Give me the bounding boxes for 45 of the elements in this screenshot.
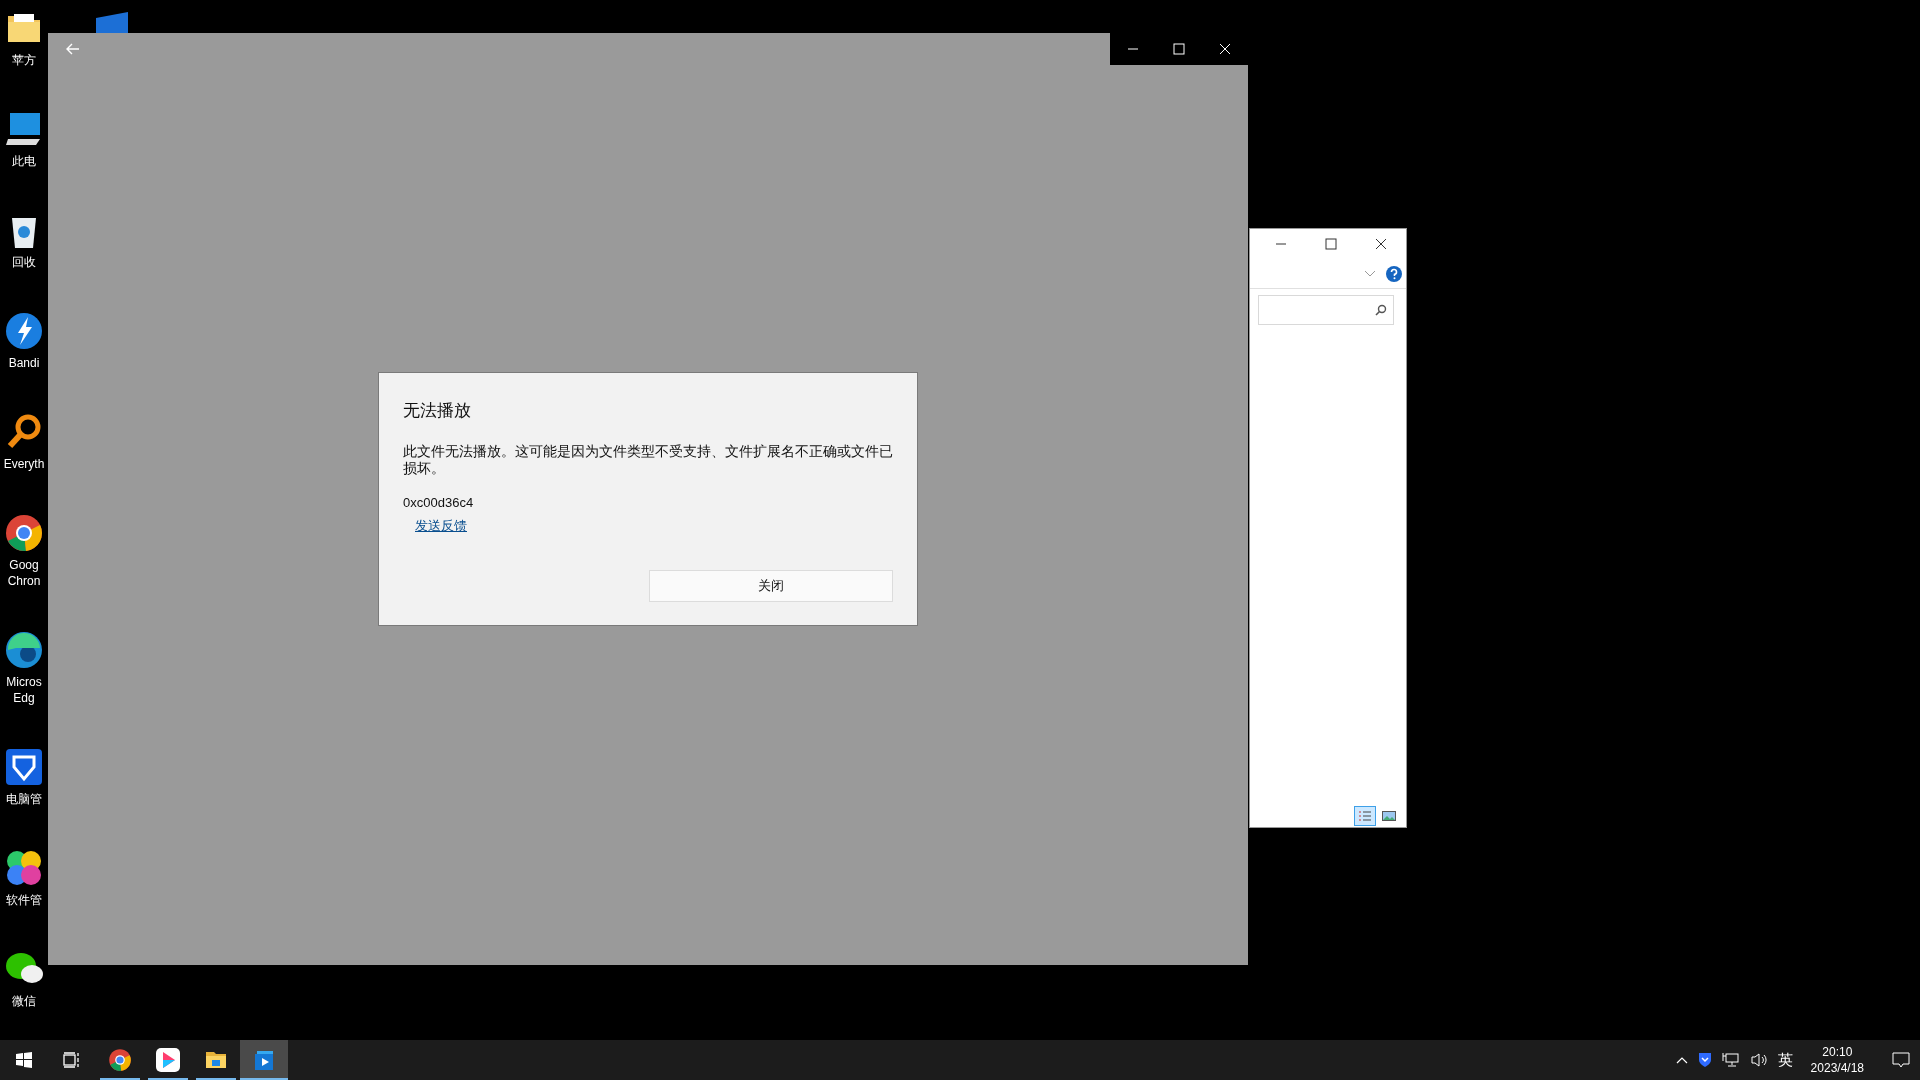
dialog-title: 无法播放 (403, 400, 472, 422)
desktop-icon-label[interactable]: 苹方 (0, 52, 48, 68)
media-player-icon (252, 1048, 276, 1072)
running-indicator (240, 1078, 288, 1080)
network-icon[interactable] (1721, 1052, 1740, 1068)
clock-date: 2023/4/18 (1810, 1060, 1864, 1076)
search-field[interactable] (1258, 295, 1394, 325)
windows-icon (16, 1052, 32, 1068)
clock[interactable]: 20:10 2023/4/18 (1802, 1044, 1872, 1076)
speaker-icon[interactable] (1749, 1052, 1768, 1068)
maximize-icon[interactable] (1325, 238, 1337, 250)
desktop-icon-label[interactable]: Bandi (0, 355, 48, 371)
shield-icon[interactable] (1697, 1052, 1712, 1068)
search-icon (1375, 304, 1387, 316)
chevron-down-icon[interactable] (1364, 269, 1376, 278)
desktop-icon-label[interactable]: 电脑管 (0, 791, 48, 807)
input-language-indicator[interactable]: 英 (1777, 1048, 1793, 1072)
desktop-icon-label[interactable]: 微信 (0, 993, 48, 1009)
back-arrow-icon[interactable] (66, 43, 80, 55)
error-code: 0xc00d36c4 (403, 494, 475, 511)
browser-icon (108, 1048, 132, 1072)
browser-icon (4, 513, 44, 553)
chevron-up-icon[interactable] (1675, 1056, 1688, 1064)
desktop-icon-label[interactable]: Micros Edg (0, 674, 48, 706)
desktop-icon-label[interactable]: 回收 (0, 254, 48, 270)
shield-icon (4, 747, 44, 787)
running-indicator (100, 1078, 140, 1080)
error-message: 此文件无法播放。这可能是因为文件类型不受支持、文件扩展名不正确或文件已损坏。 (403, 443, 893, 477)
image-icon (1382, 810, 1396, 822)
task-view-icon (63, 1052, 81, 1068)
running-indicator (148, 1078, 188, 1080)
lightning-icon (4, 311, 44, 351)
desktop-icon-label[interactable]: Goog Chron (0, 557, 48, 589)
close-icon[interactable] (1375, 238, 1387, 250)
feedback-link[interactable]: 发送反馈 (415, 517, 467, 534)
close-button[interactable]: 关闭 (649, 570, 893, 602)
running-indicator (196, 1078, 236, 1080)
clock-time: 20:10 (1822, 1044, 1853, 1060)
desktop-icon-label[interactable]: 此电 (0, 153, 48, 169)
desktop-icon-label[interactable]: Everyth (0, 456, 48, 472)
notification-icon[interactable] (1892, 1052, 1910, 1068)
list-icon (1358, 810, 1372, 822)
help-icon[interactable] (1386, 265, 1402, 282)
desktop-icon-label[interactable]: 软件管 (0, 892, 48, 908)
play-logo-icon (156, 1048, 180, 1072)
